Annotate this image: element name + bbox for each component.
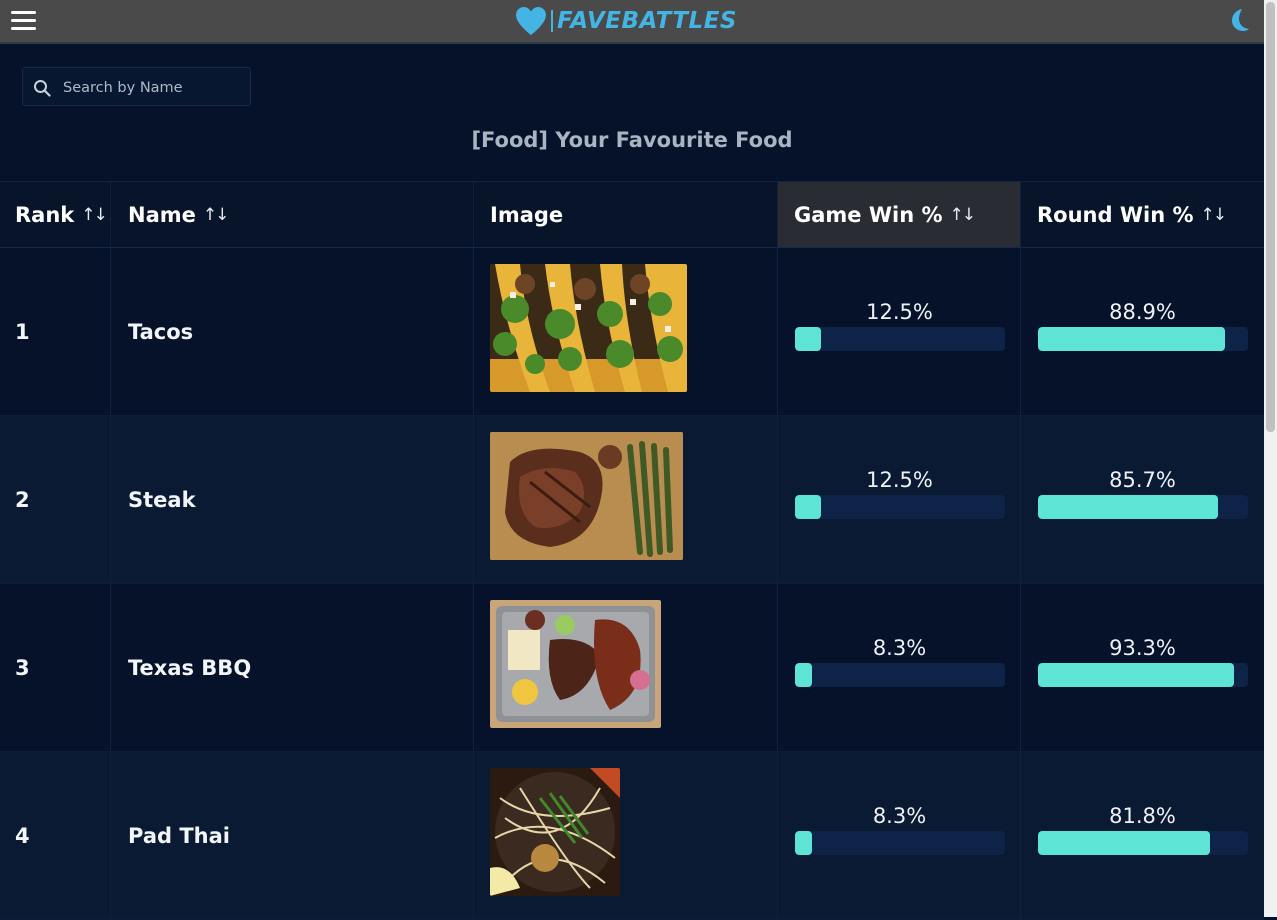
- page-scrollbar[interactable]: [1264, 0, 1277, 917]
- top-bar: FAVEBATTLES: [0, 0, 1264, 44]
- moon-icon[interactable]: [1228, 8, 1250, 32]
- round-win-bar-fill: [1038, 327, 1225, 351]
- food-image-steak: [490, 432, 683, 560]
- round-win-label: 85.7%: [1109, 468, 1176, 492]
- scrollbar-thumb[interactable]: [1266, 2, 1275, 432]
- round-win-percent: 81.8%: [1021, 752, 1264, 919]
- round-win-label: 81.8%: [1109, 804, 1176, 828]
- search-box: [22, 67, 251, 106]
- sort-icon: ↑↓: [81, 204, 107, 225]
- round-win-bar: [1038, 495, 1248, 519]
- game-win-label: 8.3%: [872, 804, 927, 828]
- column-header-round-win[interactable]: Round Win % ↑↓: [1021, 182, 1264, 247]
- item-name: Pad Thai: [128, 824, 230, 848]
- game-win-bar: [795, 495, 1005, 519]
- rank-value: 2: [15, 488, 30, 512]
- round-win-bar: [1038, 663, 1248, 687]
- food-image-texas-bbq: [490, 600, 661, 728]
- round-win-bar-fill: [1038, 663, 1234, 687]
- table-header: Rank ↑↓ Name ↑↓ Image Game Win % ↑↓ Roun…: [0, 181, 1264, 248]
- round-win-percent: 88.9%: [1021, 248, 1264, 415]
- leaderboard-table: Rank ↑↓ Name ↑↓ Image Game Win % ↑↓ Roun…: [0, 181, 1264, 920]
- column-header-game-win[interactable]: Game Win % ↑↓: [778, 182, 1021, 247]
- food-image-tacos: [490, 264, 687, 392]
- page-title: [Food] Your Favourite Food: [471, 128, 793, 152]
- logo-divider: [551, 10, 553, 32]
- rank-value: 1: [15, 320, 30, 344]
- table-row: 3 Texas BBQ 8.3% 93.3%: [0, 584, 1264, 752]
- column-header-label: Round Win %: [1037, 202, 1194, 227]
- game-win-percent: 12.5%: [778, 416, 1021, 583]
- column-header-label: Name: [128, 202, 196, 227]
- round-win-percent: 85.7%: [1021, 416, 1264, 583]
- logo-text: FAVEBATTLES: [557, 8, 737, 34]
- column-header-name[interactable]: Name ↑↓: [111, 182, 474, 247]
- game-win-bar-fill: [795, 831, 813, 855]
- game-win-label: 8.3%: [872, 636, 927, 660]
- round-win-label: 93.3%: [1109, 636, 1176, 660]
- game-win-percent: 8.3%: [778, 584, 1021, 751]
- round-win-bar: [1038, 327, 1248, 351]
- sort-icon: ↑↓: [202, 204, 229, 225]
- search-icon: [34, 80, 51, 97]
- column-header-rank[interactable]: Rank ↑↓: [0, 182, 111, 247]
- food-image-pad-thai: [490, 768, 620, 896]
- column-header-label: Image: [490, 202, 564, 227]
- heart-icon: [516, 7, 546, 35]
- rank-value: 4: [15, 824, 30, 848]
- game-win-label: 12.5%: [866, 468, 933, 492]
- sort-icon: ↑↓: [949, 204, 976, 225]
- column-header-label: Rank: [15, 202, 75, 227]
- game-win-bar-fill: [795, 327, 822, 351]
- round-win-bar-fill: [1038, 831, 1210, 855]
- rank-value: 3: [15, 656, 30, 680]
- table-row: 2 Steak 12.5% 85.7%: [0, 416, 1264, 584]
- column-header-label: Game Win %: [794, 202, 943, 227]
- sort-icon: ↑↓: [1200, 204, 1227, 225]
- item-name: Tacos: [128, 320, 194, 344]
- game-win-percent: 8.3%: [778, 752, 1021, 919]
- round-win-percent: 93.3%: [1021, 584, 1264, 751]
- column-header-image: Image: [474, 182, 778, 247]
- game-win-bar: [795, 831, 1005, 855]
- game-win-bar-fill: [795, 663, 813, 687]
- round-win-bar-fill: [1038, 495, 1218, 519]
- game-win-bar: [795, 663, 1005, 687]
- favebattles-logo[interactable]: FAVEBATTLES: [515, 4, 737, 38]
- game-win-percent: 12.5%: [778, 248, 1021, 415]
- game-win-bar-fill: [795, 495, 822, 519]
- item-name: Steak: [128, 488, 196, 512]
- table-row: 4 Pad Thai 8.3% 81.8%: [0, 752, 1264, 920]
- table-row: 1 Tacos 12.5% 88.9%: [0, 248, 1264, 416]
- search-input[interactable]: [61, 74, 250, 102]
- round-win-label: 88.9%: [1109, 300, 1176, 324]
- game-win-label: 12.5%: [866, 300, 933, 324]
- game-win-bar: [795, 327, 1005, 351]
- round-win-bar: [1038, 831, 1248, 855]
- hamburger-menu-icon[interactable]: [11, 10, 36, 32]
- item-name: Texas BBQ: [128, 656, 252, 680]
